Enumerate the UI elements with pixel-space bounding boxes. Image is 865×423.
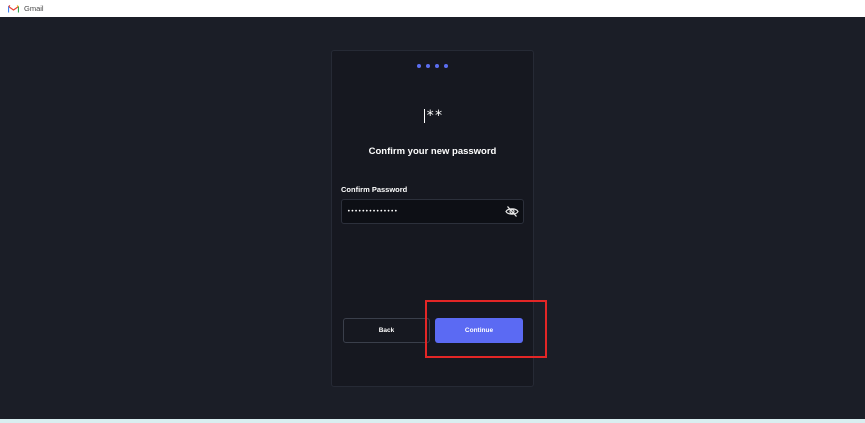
step-dot [426, 64, 430, 68]
step-indicator [332, 64, 533, 68]
confirm-password-field-wrapper [341, 199, 524, 224]
page-title: Confirm your new password [368, 146, 497, 157]
bookmark-gmail[interactable]: Gmail [8, 4, 44, 13]
bottom-strip [0, 419, 865, 423]
caret-icon [424, 109, 425, 123]
confirm-password-input[interactable] [342, 200, 497, 223]
step-dot [417, 64, 421, 68]
step-dot [444, 64, 448, 68]
confirm-password-label: Confirm Password [341, 185, 408, 194]
password-glyph-text: ** [426, 108, 443, 124]
gmail-icon [8, 4, 19, 12]
confirm-password-card: ** Confirm your new password Confirm Pas… [331, 50, 534, 387]
continue-button[interactable]: Continue [435, 318, 523, 343]
bookmark-label: Gmail [24, 4, 44, 13]
step-dot [435, 64, 439, 68]
back-button[interactable]: Back [343, 318, 430, 343]
password-glyph: ** [424, 109, 443, 123]
eye-slash-icon[interactable] [505, 205, 519, 218]
bookmark-bar: Gmail [0, 0, 865, 17]
